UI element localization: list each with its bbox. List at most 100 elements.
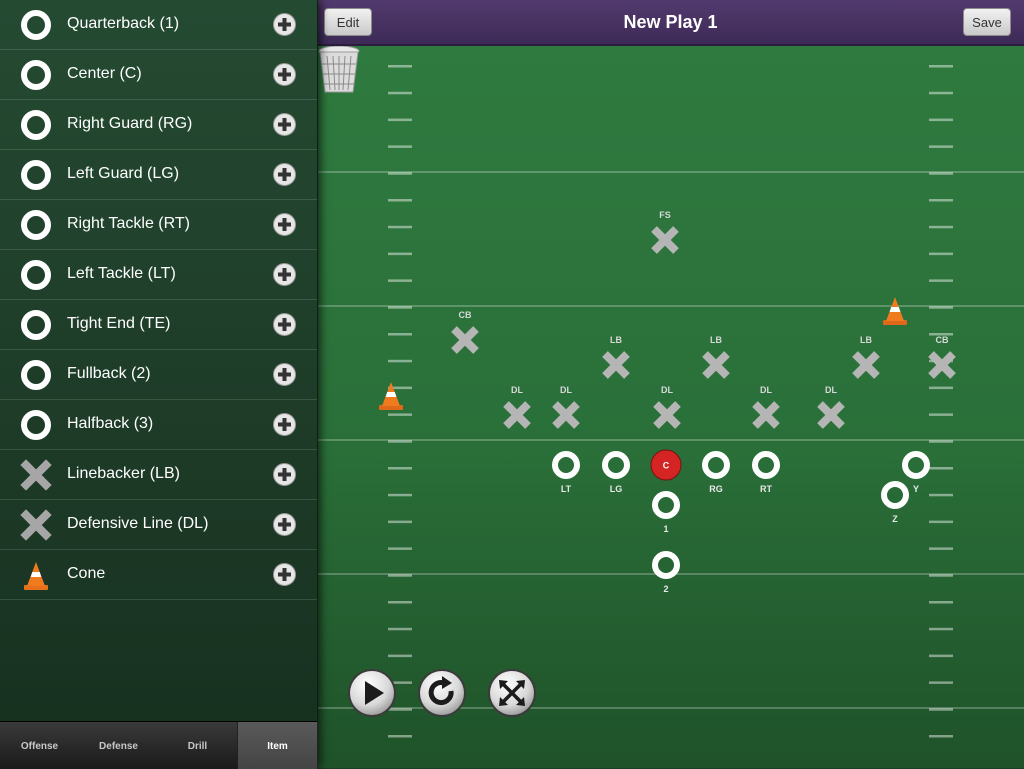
center-marker[interactable]: C: [650, 449, 682, 481]
add-icon[interactable]: [273, 463, 296, 486]
hash-mark: [929, 306, 953, 309]
offense-label: 1: [663, 524, 668, 534]
defender-label: CB: [936, 335, 949, 345]
hash-mark: [929, 440, 953, 443]
defender-label: CB: [459, 310, 472, 320]
play-button[interactable]: [347, 668, 397, 718]
hash-mark: [929, 91, 953, 95]
save-button[interactable]: Save: [963, 8, 1011, 36]
hash-mark: [929, 735, 953, 738]
add-icon[interactable]: [273, 113, 296, 136]
sidebar-item-label: Linebacker (LB): [67, 465, 180, 482]
reset-button[interactable]: [417, 668, 467, 718]
hash-mark: [388, 654, 412, 658]
hash-mark: [388, 333, 412, 336]
defender-label: LB: [710, 335, 722, 345]
sidebar-item[interactable]: Fullback (2): [0, 350, 317, 400]
play-header: Edit New Play 1 Save: [317, 0, 1024, 46]
hash-mark: [929, 225, 953, 229]
hash-mark: [388, 199, 412, 202]
hash-mark: [388, 91, 412, 95]
sidebar-item[interactable]: Cone: [0, 550, 317, 600]
tab-offense[interactable]: Offense: [0, 722, 79, 769]
hash-mark: [929, 413, 953, 416]
play-title: New Play 1: [623, 12, 718, 32]
trash-button[interactable]: [317, 44, 361, 98]
add-icon[interactable]: [273, 513, 296, 536]
hash-mark: [929, 279, 953, 282]
sidebar-item[interactable]: Defensive Line (DL): [0, 500, 317, 550]
hash-mark: [388, 252, 412, 256]
sidebar-item[interactable]: Halfback (3): [0, 400, 317, 450]
hash-mark: [929, 493, 953, 497]
sidebar-item[interactable]: Left Tackle (LT): [0, 250, 317, 300]
hash-mark: [388, 520, 412, 524]
sidebar-item[interactable]: Center (C): [0, 50, 317, 100]
add-icon[interactable]: [273, 413, 296, 436]
hash-mark: [388, 601, 412, 604]
hash-mark: [929, 118, 953, 122]
sidebar-item[interactable]: Tight End (TE): [0, 300, 317, 350]
hash-mark: [929, 547, 953, 550]
add-icon[interactable]: [273, 163, 296, 186]
field-canvas[interactable]: FS CB LB LB LB CB DL DL DL DL DL LT LG C RG RT 1 2 Y Z: [317, 44, 1024, 768]
hash-mark: [929, 65, 953, 68]
sidebar-item-label: Quarterback (1): [67, 15, 180, 32]
cone-icon: [385, 392, 397, 397]
hash-mark: [388, 547, 412, 550]
offense-label: LG: [610, 484, 623, 494]
add-icon[interactable]: [273, 63, 296, 86]
hash-mark: [388, 627, 412, 631]
sidebar-item[interactable]: Quarterback (1): [0, 0, 317, 50]
sidebar-item[interactable]: Linebacker (LB): [0, 450, 317, 500]
defender-label: DL: [661, 385, 673, 395]
sidebar-item[interactable]: Right Guard (RG): [0, 100, 317, 150]
hash-mark: [929, 145, 953, 148]
defender-label: FS: [659, 210, 671, 220]
hash-mark: [388, 493, 412, 497]
cone-icon: [889, 307, 901, 312]
hash-mark: [929, 172, 953, 175]
sidebar-item-label: Cone: [67, 565, 106, 582]
add-icon[interactable]: [273, 213, 296, 236]
offense-label: Z: [892, 514, 898, 524]
hash-mark: [388, 735, 412, 738]
defender-label: DL: [760, 385, 772, 395]
sidebar: Quarterback (1) Center (C) Right Guard (RG…: [0, 0, 318, 769]
hash-mark: [929, 199, 953, 202]
add-icon[interactable]: [273, 313, 296, 336]
hash-mark: [929, 601, 953, 604]
football-field[interactable]: FS CB LB LB LB CB DL DL DL DL DL LT LG C RG RT 1 2 Y Z: [317, 44, 1024, 768]
tab-drill[interactable]: Drill: [158, 722, 237, 769]
hash-mark: [388, 279, 412, 282]
offense-label: 2: [663, 584, 668, 594]
clear-button[interactable]: [487, 668, 537, 718]
add-icon[interactable]: [273, 363, 296, 386]
hash-mark: [929, 252, 953, 256]
add-icon[interactable]: [273, 563, 296, 586]
hash-mark: [929, 708, 953, 711]
hash-mark: [929, 467, 953, 470]
offense-label: Y: [913, 484, 919, 494]
sidebar-item[interactable]: Right Tackle (RT): [0, 200, 317, 250]
tab-item[interactable]: Item: [237, 722, 318, 769]
add-icon[interactable]: [273, 263, 296, 286]
hash-mark: [929, 574, 953, 577]
offense-label: RG: [709, 484, 723, 494]
tab-bar: Offense Defense Drill Item: [0, 721, 318, 769]
sidebar-item[interactable]: Left Guard (LG): [0, 150, 317, 200]
hash-mark: [388, 708, 412, 711]
defender-label: DL: [511, 385, 523, 395]
hash-mark: [388, 440, 412, 443]
sidebar-item-label: Left Guard (LG): [67, 165, 180, 182]
defender-label: LB: [860, 335, 872, 345]
tab-label: Drill: [187, 741, 208, 752]
add-icon[interactable]: [273, 13, 296, 36]
sidebar-item-label: Right Guard (RG): [67, 115, 193, 132]
tab-defense[interactable]: Defense: [79, 722, 158, 769]
hash-mark: [388, 145, 412, 148]
defender-label: DL: [560, 385, 572, 395]
sidebar-item-label: Right Tackle (RT): [67, 215, 190, 232]
trash-icon: [318, 45, 360, 93]
defender-label: DL: [825, 385, 837, 395]
